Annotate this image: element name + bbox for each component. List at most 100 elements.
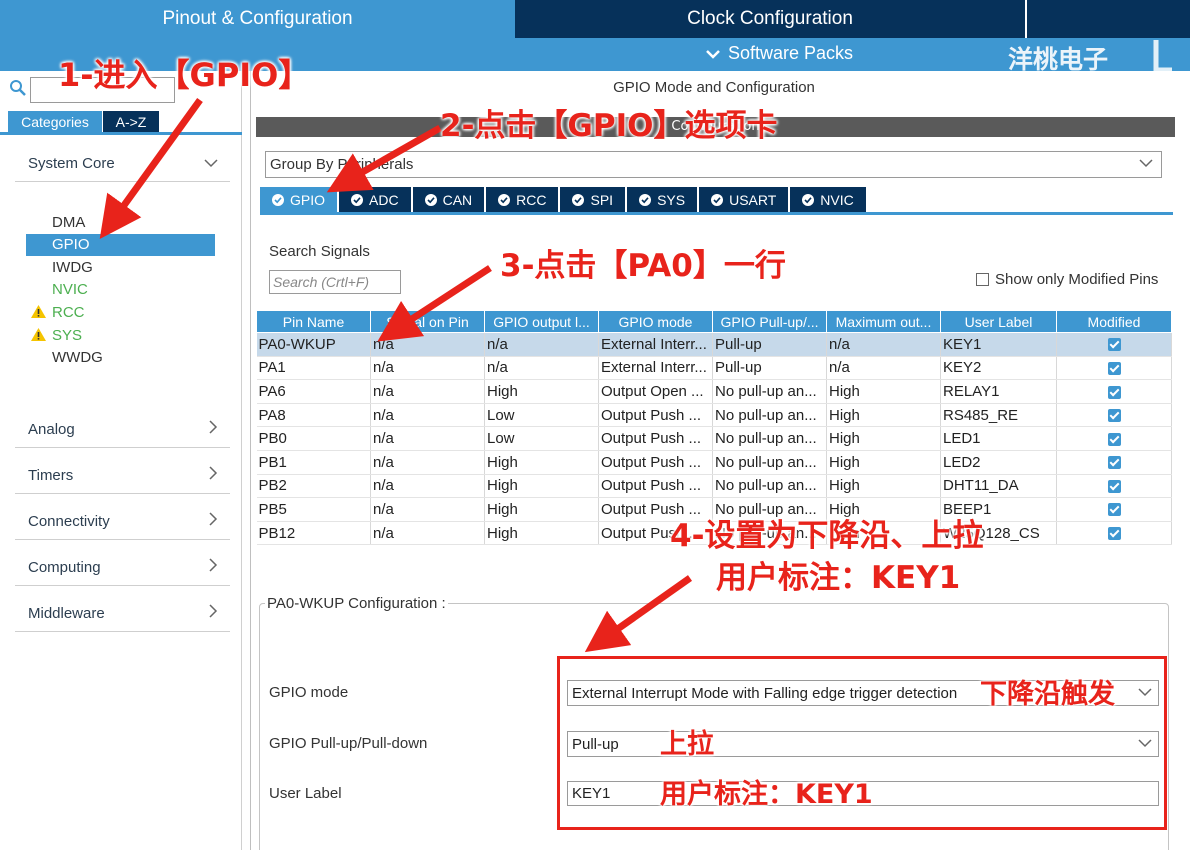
table-cell: LED1 bbox=[940, 426, 1057, 451]
sidebar-item-nvic[interactable]: NVIC bbox=[26, 279, 215, 301]
tab-label: ADC bbox=[369, 191, 399, 208]
tab-project-manager[interactable] bbox=[1027, 0, 1190, 38]
modified-cell bbox=[1056, 426, 1172, 451]
column-header[interactable]: Pin Name bbox=[256, 310, 371, 333]
table-cell: High bbox=[826, 403, 941, 428]
tab-a-to-z[interactable]: A->Z bbox=[103, 111, 159, 132]
checkbox-checked-icon[interactable] bbox=[1107, 361, 1121, 375]
category-label: Computing bbox=[28, 559, 101, 576]
group-by-value: Group By Peripherals bbox=[270, 156, 414, 173]
tab-can[interactable]: CAN bbox=[412, 187, 485, 212]
table-cell: No pull-up an... bbox=[712, 474, 827, 499]
search-signals-input[interactable]: Search (Crtl+F) bbox=[269, 270, 401, 294]
search-icon[interactable] bbox=[9, 79, 27, 97]
column-header[interactable]: GPIO Pull-up/... bbox=[712, 310, 827, 333]
table-cell: PB2 bbox=[256, 474, 371, 499]
group-by-select[interactable]: Group By Peripherals bbox=[265, 151, 1162, 178]
tab-clock-configuration[interactable]: Clock Configuration bbox=[515, 0, 1025, 38]
sidebar-item-label: SYS bbox=[52, 326, 83, 344]
table-cell: Pull-up bbox=[712, 332, 827, 357]
checkbox-checked-icon[interactable] bbox=[1107, 432, 1121, 446]
tab-adc[interactable]: ADC bbox=[339, 187, 411, 212]
tab-gpio[interactable]: GPIO bbox=[260, 187, 338, 212]
category-timers[interactable]: Timers bbox=[15, 458, 230, 494]
mode-configuration-title: GPIO Mode and Configuration bbox=[613, 79, 815, 96]
table-row[interactable]: PB2 n/a High Output Push ... No pull-up an..… bbox=[256, 474, 1172, 499]
table-cell: No pull-up an... bbox=[712, 379, 827, 404]
tab-usart[interactable]: USART bbox=[699, 187, 789, 212]
annotation-pull-up: 上拉 bbox=[660, 729, 714, 760]
annotation-user-label: 用户标注：KEY1 bbox=[660, 779, 873, 810]
tab-rcc[interactable]: RCC bbox=[486, 187, 559, 212]
sidebar-item-dma[interactable]: DMA bbox=[26, 211, 215, 233]
checkbox-checked-icon[interactable] bbox=[1107, 409, 1121, 423]
column-header[interactable]: Signal on Pin bbox=[370, 310, 485, 333]
sidebar-item-sys[interactable]: SYS bbox=[26, 324, 215, 346]
table-cell: PA6 bbox=[256, 379, 371, 404]
chevron-right-icon bbox=[209, 420, 218, 439]
table-cell: High bbox=[484, 379, 599, 404]
table-cell: n/a bbox=[370, 403, 485, 428]
sidebar-item-wwdg[interactable]: WWDG bbox=[26, 347, 215, 369]
table-cell: High bbox=[826, 426, 941, 451]
table-cell: External Interr... bbox=[598, 356, 713, 381]
table-cell: No pull-up an... bbox=[712, 403, 827, 428]
checkbox-checked-icon[interactable] bbox=[1107, 527, 1121, 541]
table-row[interactable]: PB1 n/a High Output Push ... No pull-up an..… bbox=[256, 450, 1172, 475]
table-cell: n/a bbox=[484, 332, 599, 357]
checkbox-checked-icon[interactable] bbox=[1107, 503, 1121, 517]
tab-spi[interactable]: SPI bbox=[560, 187, 626, 212]
checkbox-checked-icon[interactable] bbox=[1107, 456, 1121, 470]
table-cell: n/a bbox=[370, 497, 485, 522]
column-header[interactable]: Modified bbox=[1056, 310, 1172, 333]
chevron-right-icon bbox=[209, 512, 218, 531]
table-cell: n/a bbox=[370, 474, 485, 499]
modified-cell bbox=[1056, 403, 1172, 428]
sidebar-item-rcc[interactable]: RCC bbox=[26, 301, 215, 323]
column-header[interactable]: GPIO output l... bbox=[484, 310, 599, 333]
modified-cell bbox=[1056, 379, 1172, 404]
tab-label: USART bbox=[729, 191, 777, 208]
column-header[interactable]: User Label bbox=[940, 310, 1057, 333]
category-computing[interactable]: Computing bbox=[15, 550, 230, 586]
table-cell: High bbox=[826, 474, 941, 499]
table-cell: PB1 bbox=[256, 450, 371, 475]
tab-label: NVIC bbox=[820, 191, 854, 208]
sidebar-item-iwdg[interactable]: IWDG bbox=[26, 256, 215, 278]
sidebar-item-label: WWDG bbox=[52, 349, 103, 367]
tab-nvic[interactable]: NVIC bbox=[790, 187, 866, 212]
software-packs-menu[interactable]: Software Packs bbox=[706, 43, 853, 64]
table-row[interactable]: PA1 n/a n/a External Interr... Pull-up n/a KEY… bbox=[256, 356, 1172, 381]
show-modified-checkbox[interactable]: Show only Modified Pins bbox=[976, 271, 1158, 288]
annotation-step4-line1: 4-设置为下降沿、上拉 bbox=[670, 518, 984, 554]
table-row[interactable]: PB0 n/a Low Output Push ... No pull-up an...… bbox=[256, 426, 1172, 451]
pin-configuration-legend: PA0-WKUP Configuration : bbox=[265, 595, 448, 612]
tab-pinout-configuration[interactable]: Pinout & Configuration bbox=[0, 0, 515, 38]
table-cell: n/a bbox=[370, 332, 485, 357]
sidebar-item-gpio[interactable]: GPIO bbox=[26, 233, 215, 256]
tab-sys[interactable]: SYS bbox=[627, 187, 698, 212]
sidebar-item-label: IWDG bbox=[52, 258, 93, 276]
table-cell: RS485_RE bbox=[940, 403, 1057, 428]
checkbox-checked-icon[interactable] bbox=[1107, 338, 1121, 352]
category-analog[interactable]: Analog bbox=[15, 412, 230, 448]
table-cell: Pull-up bbox=[712, 356, 827, 381]
checkbox-checked-icon[interactable] bbox=[1107, 479, 1121, 493]
category-system-core[interactable]: System Core bbox=[15, 146, 230, 182]
table-row[interactable]: PA8 n/a Low Output Push ... No pull-up an...… bbox=[256, 403, 1172, 428]
checkbox-checked-icon[interactable] bbox=[1107, 385, 1121, 399]
table-row[interactable]: PA0-WKUP n/a n/a External Interr... Pull-up n… bbox=[256, 332, 1172, 357]
sidebar-item-label: RCC bbox=[52, 303, 85, 321]
checkbox-unchecked-icon bbox=[976, 273, 989, 286]
annotation-step3: 3-点击【PA0】一行 bbox=[500, 248, 786, 284]
column-header[interactable]: GPIO mode bbox=[598, 310, 713, 333]
table-cell: High bbox=[484, 521, 599, 546]
category-connectivity[interactable]: Connectivity bbox=[15, 504, 230, 540]
column-header[interactable]: Maximum out... bbox=[826, 310, 941, 333]
show-modified-label: Show only Modified Pins bbox=[995, 271, 1159, 288]
table-cell: n/a bbox=[484, 356, 599, 381]
category-middleware[interactable]: Middleware bbox=[15, 596, 230, 632]
tab-categories[interactable]: Categories bbox=[8, 111, 102, 132]
table-row[interactable]: PA6 n/a High Output Open ... No pull-up an..… bbox=[256, 379, 1172, 404]
table-cell: No pull-up an... bbox=[712, 450, 827, 475]
